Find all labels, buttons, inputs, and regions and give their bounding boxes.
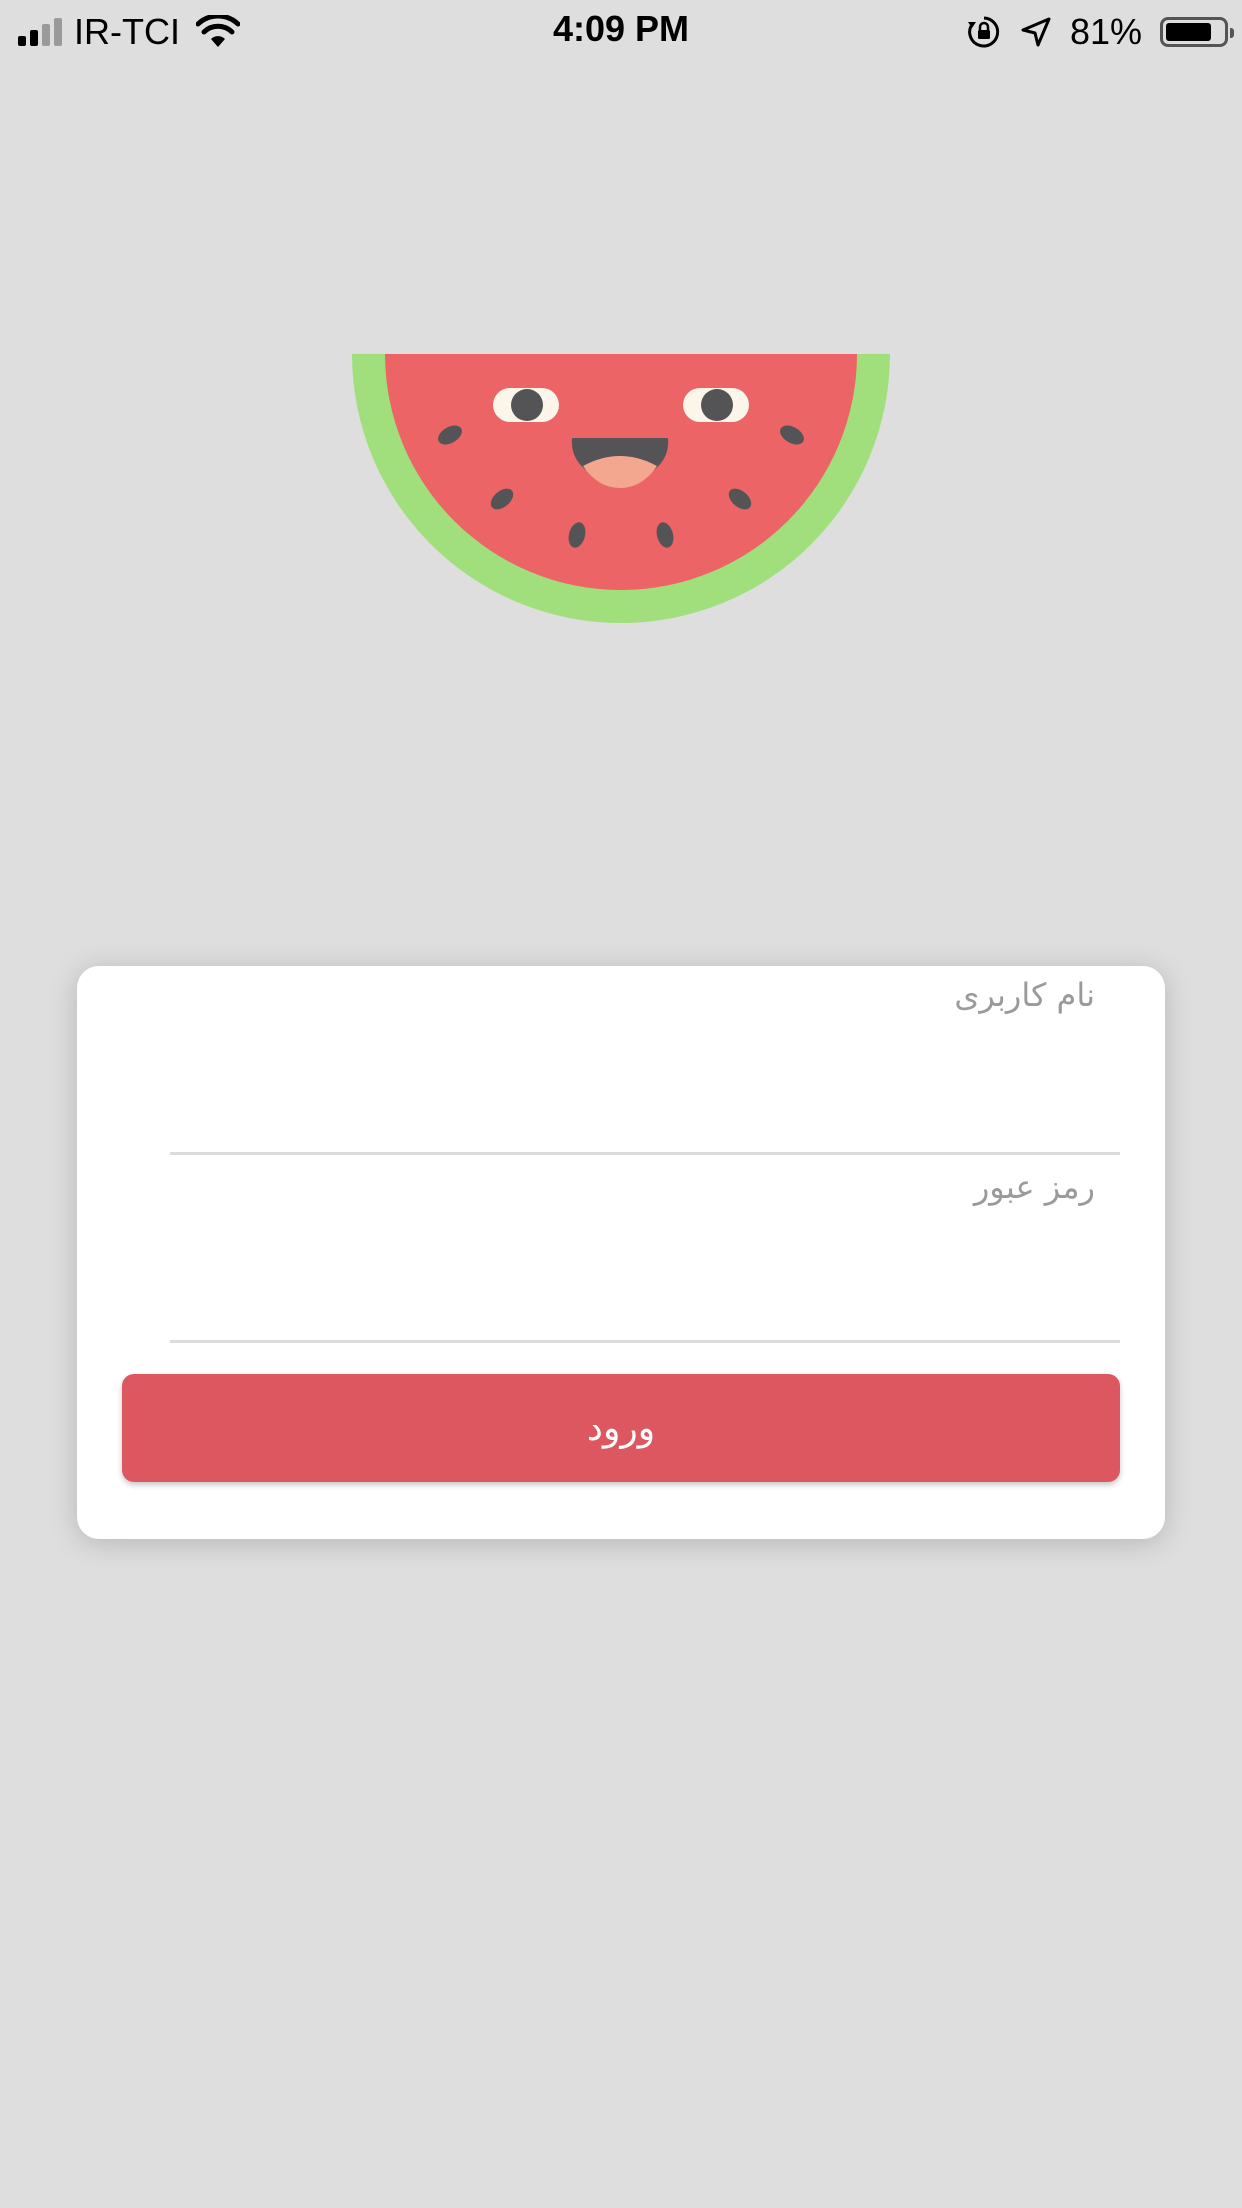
battery-level <box>1166 23 1211 41</box>
login-button[interactable]: ورود <box>122 1374 1120 1482</box>
location-arrow-icon <box>1021 17 1051 47</box>
watermelon-logo <box>352 354 890 623</box>
username-underline <box>170 1152 1120 1155</box>
password-label: رمز عبور <box>973 1168 1095 1206</box>
username-input[interactable] <box>170 1071 1120 1141</box>
password-input[interactable] <box>170 1261 1120 1331</box>
username-field: نام کاربری <box>170 966 1120 1156</box>
username-label: نام کاربری <box>954 976 1095 1014</box>
password-field: رمز عبور <box>170 1156 1120 1346</box>
orientation-lock-icon <box>967 16 1000 48</box>
battery-percent: 81% <box>1069 11 1142 52</box>
login-card: نام کاربری رمز عبور ورود <box>77 966 1165 1539</box>
status-right: 81% <box>966 10 1234 54</box>
battery-icon <box>1160 17 1234 47</box>
password-underline <box>170 1340 1120 1343</box>
status-bar: IR-TCI 4:09 PM 81% <box>0 0 1242 62</box>
